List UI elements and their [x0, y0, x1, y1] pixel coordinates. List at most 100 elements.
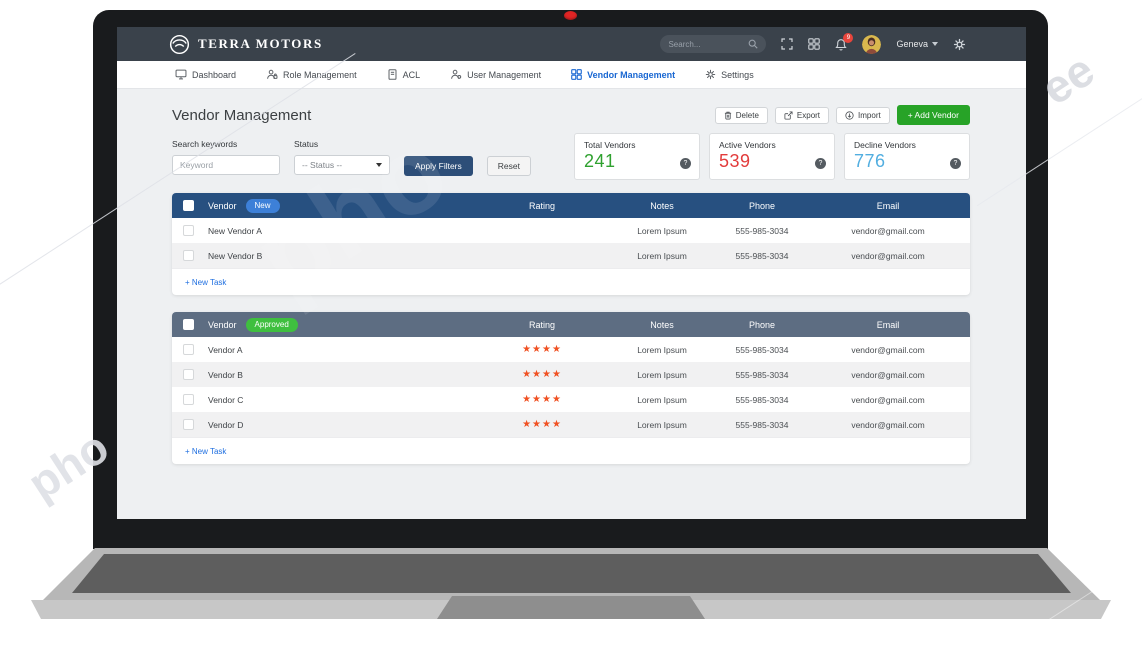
- stat-card-decline-vendors: Decline Vendors 776 ?: [844, 133, 970, 180]
- column-header-phone[interactable]: Phone: [718, 320, 806, 330]
- tab-label: Settings: [721, 70, 754, 80]
- column-header-rating[interactable]: Rating: [478, 201, 606, 211]
- tab-label: Role Management: [283, 70, 357, 80]
- apply-filters-button[interactable]: Apply Filters: [404, 156, 473, 176]
- column-header-notes[interactable]: Notes: [606, 320, 718, 330]
- tab-label: ACL: [403, 70, 421, 80]
- table-row[interactable]: Vendor D ★★★★ Lorem Ipsum 555-985-3034 v…: [172, 412, 970, 437]
- email-cell: vendor@gmail.com: [806, 370, 970, 380]
- row-checkbox[interactable]: [183, 250, 194, 261]
- vendor-name: Vendor B: [208, 370, 478, 380]
- phone-cell: 555-985-3034: [718, 226, 806, 236]
- notifications-bell-icon[interactable]: 9: [835, 38, 847, 51]
- email-cell: vendor@gmail.com: [806, 226, 970, 236]
- tab-dashboard[interactable]: Dashboard: [175, 61, 236, 88]
- new-task-link[interactable]: + New Task: [185, 278, 226, 287]
- status-badge-new: New: [246, 199, 280, 213]
- notes-cell: Lorem Ipsum: [606, 345, 718, 355]
- phone-cell: 555-985-3034: [718, 370, 806, 380]
- rating-stars: ★★★★: [478, 369, 606, 380]
- page-title: Vendor Management: [172, 107, 311, 124]
- search-input[interactable]: [668, 40, 748, 49]
- user-menu[interactable]: Geneva: [896, 39, 938, 49]
- column-header-vendor[interactable]: Vendor: [208, 201, 237, 211]
- tab-label: Dashboard: [192, 70, 236, 80]
- main-content: Vendor Management Delete: [117, 89, 1026, 519]
- fullscreen-icon[interactable]: [781, 38, 793, 50]
- help-icon[interactable]: ?: [680, 158, 691, 169]
- row-checkbox[interactable]: [183, 369, 194, 380]
- row-checkbox[interactable]: [183, 419, 194, 430]
- vendor-name: New Vendor B: [208, 251, 478, 261]
- status-select[interactable]: -- Status --: [294, 155, 390, 175]
- column-header-vendor[interactable]: Vendor: [208, 320, 237, 330]
- brand-name: TERRA MOTORS: [198, 36, 323, 52]
- reset-button[interactable]: Reset: [487, 156, 531, 176]
- approved-vendors-table: Vendor Approved Rating Notes Phone Email…: [172, 312, 970, 464]
- stat-card-active-vendors: Active Vendors 539 ?: [709, 133, 835, 180]
- help-icon[interactable]: ?: [815, 158, 826, 169]
- email-cell: vendor@gmail.com: [806, 251, 970, 261]
- terra-motors-logo-icon: [169, 34, 190, 55]
- app-window: TERRA MOTORS: [117, 27, 1026, 519]
- user-avatar[interactable]: [862, 35, 881, 54]
- table-row[interactable]: Vendor C ★★★★ Lorem Ipsum 555-985-3034 v…: [172, 387, 970, 412]
- import-button[interactable]: Import: [836, 107, 890, 124]
- row-checkbox[interactable]: [183, 225, 194, 236]
- email-cell: vendor@gmail.com: [806, 420, 970, 430]
- add-vendor-button[interactable]: + Add Vendor: [897, 105, 970, 125]
- table-row[interactable]: Vendor A ★★★★ Lorem Ipsum 555-985-3034 v…: [172, 337, 970, 362]
- keyword-input[interactable]: [172, 155, 280, 175]
- vendor-name: Vendor D: [208, 420, 478, 430]
- column-header-email[interactable]: Email: [806, 320, 970, 330]
- tab-user-management[interactable]: User Management: [450, 61, 541, 88]
- table-row[interactable]: New Vendor A Lorem Ipsum 555-985-3034 ve…: [172, 218, 970, 243]
- status-value: -- Status --: [302, 160, 342, 170]
- phone-cell: 555-985-3034: [718, 420, 806, 430]
- person-lock-icon: [266, 69, 278, 80]
- new-vendors-table: Vendor New Rating Notes Phone Email New …: [172, 193, 970, 295]
- stat-label: Decline Vendors: [854, 140, 960, 150]
- column-header-email[interactable]: Email: [806, 201, 970, 211]
- export-button[interactable]: Export: [775, 107, 829, 124]
- laptop-base: [0, 546, 1142, 632]
- tab-label: User Management: [467, 70, 541, 80]
- select-all-checkbox[interactable]: [183, 200, 194, 211]
- delete-button[interactable]: Delete: [715, 107, 768, 124]
- tab-acl[interactable]: ACL: [387, 61, 421, 88]
- apps-grid-icon[interactable]: [808, 38, 820, 50]
- stat-value: 539: [719, 151, 825, 172]
- email-cell: vendor@gmail.com: [806, 345, 970, 355]
- user-name-label: Geneva: [896, 39, 928, 49]
- tab-settings[interactable]: Settings: [705, 61, 754, 88]
- tab-label: Vendor Management: [587, 70, 675, 80]
- status-badge-approved: Approved: [246, 318, 298, 332]
- global-search[interactable]: [660, 35, 766, 53]
- tab-role-management[interactable]: Role Management: [266, 61, 357, 88]
- select-all-checkbox[interactable]: [183, 319, 194, 330]
- table-row[interactable]: Vendor B ★★★★ Lorem Ipsum 555-985-3034 v…: [172, 362, 970, 387]
- settings-gear-icon[interactable]: [953, 38, 966, 51]
- notes-cell: Lorem Ipsum: [606, 251, 718, 261]
- notification-badge: 9: [843, 33, 853, 43]
- notes-cell: Lorem Ipsum: [606, 226, 718, 236]
- phone-cell: 555-985-3034: [718, 251, 806, 261]
- tab-vendor-management[interactable]: Vendor Management: [571, 61, 675, 88]
- brand[interactable]: TERRA MOTORS: [169, 34, 323, 55]
- column-header-phone[interactable]: Phone: [718, 201, 806, 211]
- help-icon[interactable]: ?: [950, 158, 961, 169]
- export-icon: [784, 111, 793, 120]
- column-header-notes[interactable]: Notes: [606, 201, 718, 211]
- row-checkbox[interactable]: [183, 394, 194, 405]
- stat-card-total-vendors: Total Vendors 241 ?: [574, 133, 700, 180]
- new-task-link[interactable]: + New Task: [185, 447, 226, 456]
- status-label: Status: [294, 139, 390, 149]
- laptop-mockup: TERRA MOTORS: [0, 0, 1142, 654]
- keyword-label: Search keywords: [172, 139, 280, 149]
- rating-stars: ★★★★: [478, 419, 606, 430]
- chevron-down-icon: [932, 42, 938, 46]
- row-checkbox[interactable]: [183, 344, 194, 355]
- column-header-rating[interactable]: Rating: [478, 320, 606, 330]
- import-icon: [845, 111, 854, 120]
- table-row[interactable]: New Vendor B Lorem Ipsum 555-985-3034 ve…: [172, 243, 970, 268]
